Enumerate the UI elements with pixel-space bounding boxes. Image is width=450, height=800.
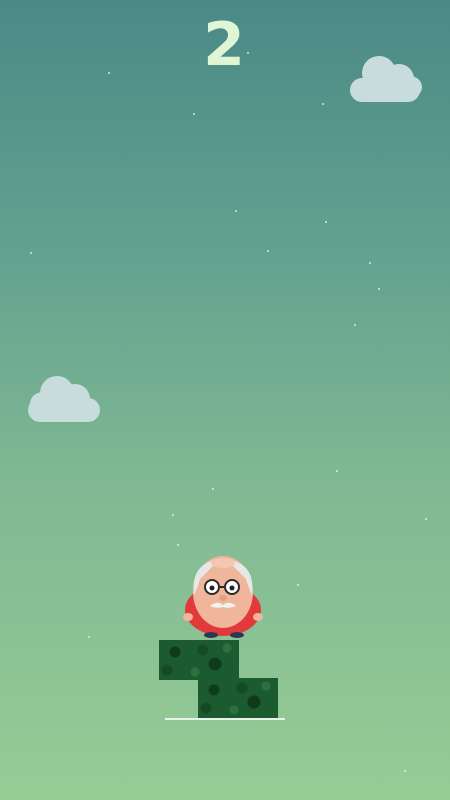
star bbox=[177, 544, 179, 546]
star bbox=[322, 103, 324, 105]
star bbox=[193, 113, 195, 115]
star bbox=[172, 514, 174, 516]
star bbox=[297, 584, 299, 586]
stacked-block bbox=[198, 678, 278, 718]
star bbox=[378, 288, 380, 290]
star bbox=[30, 252, 32, 254]
star bbox=[325, 221, 327, 223]
star bbox=[267, 250, 269, 252]
ground-line bbox=[165, 718, 285, 720]
cloud-icon bbox=[26, 372, 102, 424]
star bbox=[336, 470, 338, 472]
star bbox=[235, 210, 237, 212]
star bbox=[212, 488, 214, 490]
star bbox=[354, 324, 356, 326]
star bbox=[404, 770, 406, 772]
stacked-block bbox=[159, 640, 239, 680]
old-man-character-icon bbox=[183, 556, 263, 638]
star bbox=[369, 262, 371, 264]
star bbox=[425, 518, 427, 520]
star bbox=[88, 636, 90, 638]
score-counter: 2 bbox=[203, 10, 247, 80]
game-scene[interactable]: 2 bbox=[0, 0, 450, 800]
